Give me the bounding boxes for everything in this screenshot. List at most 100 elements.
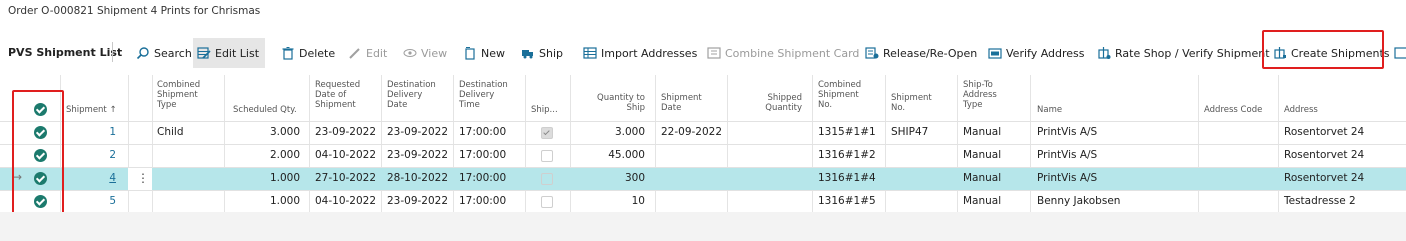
cell-quantity-to-ship: 300 (624, 172, 645, 184)
cell-name: Benny Jakobsen (1037, 195, 1121, 207)
cell-combined-shipment-no: 1316#1#4 (818, 172, 876, 184)
col-address-code[interactable]: Address Code (1204, 105, 1262, 115)
release-reopen-button[interactable]: Release/Re-Open (865, 38, 977, 68)
cell-ship-to-address-type: Manual (963, 149, 1002, 161)
cell-address: Rosentorvet 24 (1284, 172, 1365, 184)
cell-destination-date: 23-09-2022 (387, 195, 449, 207)
cell-shipment[interactable]: 1 (64, 126, 116, 138)
cell-combined-shipment-no: 1316#1#5 (818, 195, 876, 207)
truck-icon (522, 50, 533, 59)
cell-shipment-no: SHIP47 (891, 126, 929, 138)
search-label: Search (154, 46, 192, 60)
col-requested-date[interactable]: Requested Date of Shipment (315, 80, 360, 110)
cell-address: Testadresse 2 (1284, 195, 1356, 207)
col-quantity-to-ship[interactable]: Quantity to Ship (580, 93, 645, 113)
cell-combined-type: Child (157, 126, 184, 138)
list-title: PVS Shipment List (8, 46, 123, 59)
new-button[interactable]: New (463, 38, 505, 68)
toolbar-divider (112, 42, 113, 62)
cell-scheduled-qty: 2.000 (269, 149, 300, 161)
cell-combined-shipment-no: 1316#1#2 (818, 149, 876, 161)
cell-shipment-date: 22-09-2022 (661, 126, 723, 138)
cell-shipment[interactable]: 5 (64, 195, 116, 207)
col-combined-shipment-type[interactable]: Combined Shipment Type (157, 80, 200, 110)
ship-checkbox[interactable] (541, 173, 553, 185)
combine-shipment-card-label: Combine Shipment Card (725, 46, 860, 60)
cell-destination-date: 23-09-2022 (387, 149, 449, 161)
col-ship[interactable]: Ship... (531, 105, 558, 115)
cell-scheduled-qty: 3.000 (269, 126, 300, 138)
table-row[interactable]: 5 1.000 04-10-2022 23-09-2022 17:00:00 1… (0, 190, 1406, 214)
table-row-selected[interactable]: → 4 ⋮ 1.000 27-10-2022 28-10-2022 17:00:… (0, 167, 1406, 190)
cell-destination-time: 17:00:00 (459, 172, 507, 184)
edit-button[interactable]: Edit (348, 38, 387, 68)
action-bar: PVS Shipment List Search Edit List Delet… (0, 38, 1406, 68)
ship-button[interactable]: Ship (521, 38, 563, 68)
col-destination-delivery-time[interactable]: Destination Delivery Time (459, 80, 508, 110)
cell-destination-time: 17:00:00 (459, 195, 507, 207)
cell-name: PrintVis A/S (1037, 172, 1098, 184)
cell-address: Rosentorvet 24 (1284, 149, 1365, 161)
card-icon (707, 47, 721, 59)
selection-column-highlight (12, 90, 64, 214)
create-shipments-highlight (1262, 30, 1384, 69)
table-row[interactable]: 2 2.000 04-10-2022 23-09-2022 17:00:00 4… (0, 144, 1406, 167)
page-title: Order O-000821 Shipment 4 Prints for Chr… (8, 5, 261, 17)
trash-icon (282, 47, 294, 60)
cell-address: Rosentorvet 24 (1284, 126, 1365, 138)
release-icon (865, 47, 879, 59)
col-shipment[interactable]: Shipment ↑ (66, 105, 117, 115)
delete-button[interactable]: Delete (281, 38, 335, 68)
combine-shipment-card-button[interactable]: Combine Shipment Card (707, 38, 859, 68)
row-actions-button[interactable]: ⋮ (128, 168, 152, 190)
import-addresses-button[interactable]: Import Addresses (583, 38, 697, 68)
col-address[interactable]: Address (1284, 105, 1318, 115)
cell-combined-shipment-no: 1315#1#1 (818, 126, 876, 138)
cell-shipment[interactable]: 4 (64, 172, 116, 184)
ship-checkbox[interactable] (541, 127, 553, 139)
cell-requested-date: 04-10-2022 (315, 149, 377, 161)
cell-destination-date: 23-09-2022 (387, 126, 449, 138)
cell-name: PrintVis A/S (1037, 149, 1098, 161)
cell-requested-date: 27-10-2022 (315, 172, 377, 184)
sort-ascending-icon: ↑ (109, 105, 117, 115)
search-button[interactable]: Search (136, 38, 192, 68)
edit-list-button[interactable]: Edit List (193, 38, 266, 68)
grid-footer-area (0, 212, 1406, 241)
more-actions-button[interactable] (1394, 38, 1406, 68)
table-row[interactable]: 1 Child 3.000 23-09-2022 23-09-2022 17:0… (0, 121, 1406, 144)
cell-scheduled-qty: 1.000 (269, 172, 300, 184)
rate-shop-verify-shipment-button[interactable]: Rate Shop / Verify Shipment (1097, 38, 1270, 68)
col-ship-to-address-type[interactable]: Ship-To Address Type (963, 80, 997, 110)
col-combined-shipment-no[interactable]: Combined Shipment No. (818, 80, 861, 110)
new-label: New (481, 46, 505, 60)
verify-address-label: Verify Address (1006, 46, 1085, 60)
view-label: View (421, 46, 448, 60)
import-grid-icon (583, 47, 597, 59)
cell-requested-date: 23-09-2022 (315, 126, 377, 138)
ship-label: Ship (539, 46, 563, 60)
cell-name: PrintVis A/S (1037, 126, 1098, 138)
verify-address-button[interactable]: Verify Address (988, 38, 1085, 68)
col-shipment-date[interactable]: Shipment Date (661, 93, 702, 113)
col-name[interactable]: Name (1037, 105, 1062, 115)
cell-requested-date: 04-10-2022 (315, 195, 377, 207)
ship-checkbox[interactable] (541, 196, 553, 208)
cell-destination-time: 17:00:00 (459, 149, 507, 161)
eye-icon (403, 49, 417, 57)
edit-label: Edit (366, 46, 388, 60)
cell-quantity-to-ship: 3.000 (614, 126, 645, 138)
rate-shop-verify-shipment-label: Rate Shop / Verify Shipment (1115, 46, 1270, 60)
col-destination-delivery-date[interactable]: Destination Delivery Date (387, 80, 436, 110)
cell-destination-time: 17:00:00 (459, 126, 507, 138)
col-shipped-quantity[interactable]: Shipped Quantity (740, 93, 802, 113)
ship-checkbox[interactable] (541, 150, 553, 162)
cell-ship-to-address-type: Manual (963, 195, 1002, 207)
col-scheduled-qty[interactable]: Scheduled Qty. (233, 105, 297, 115)
view-button[interactable]: View (403, 38, 447, 68)
edit-list-icon (197, 47, 211, 59)
col-shipment-no[interactable]: Shipment No. (891, 93, 932, 113)
cell-destination-date: 28-10-2022 (387, 172, 449, 184)
cell-shipment[interactable]: 2 (64, 149, 116, 161)
delete-label: Delete (299, 46, 336, 60)
